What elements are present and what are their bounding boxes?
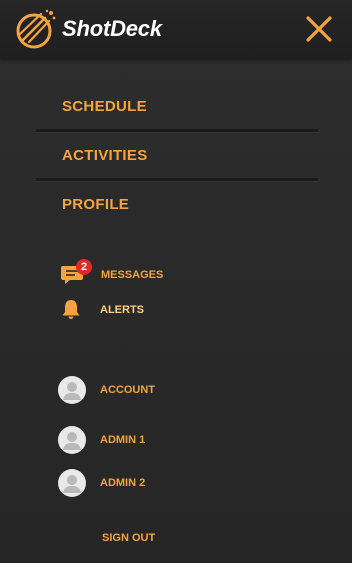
avatar-icon[interactable] xyxy=(58,469,86,497)
app-header: ShotDeck xyxy=(0,0,352,58)
alerts-link[interactable]: ALERTS xyxy=(100,303,144,317)
nav-item-activities[interactable]: ACTIVITIES xyxy=(62,147,148,165)
nav-item-profile[interactable]: PROFILE xyxy=(62,196,129,214)
sign-out-link[interactable]: SIGN OUT xyxy=(102,531,155,545)
messages-link[interactable]: MESSAGES xyxy=(101,268,163,282)
account-link[interactable]: ACCOUNT xyxy=(100,383,155,397)
shotdeck-logo-icon[interactable] xyxy=(14,7,58,51)
divider xyxy=(36,178,318,181)
avatar-icon[interactable] xyxy=(58,376,86,404)
messages-badge: 2 xyxy=(76,259,92,275)
avatar-icon[interactable] xyxy=(58,426,86,454)
divider xyxy=(36,129,318,132)
bell-icon[interactable] xyxy=(61,299,81,320)
admin-1-link[interactable]: ADMIN 1 xyxy=(100,433,145,447)
nav-item-schedule[interactable]: SCHEDULE xyxy=(62,98,147,116)
admin-2-link[interactable]: ADMIN 2 xyxy=(100,476,145,490)
close-icon[interactable] xyxy=(302,12,336,46)
brand-name: ShotDeck xyxy=(62,16,162,41)
